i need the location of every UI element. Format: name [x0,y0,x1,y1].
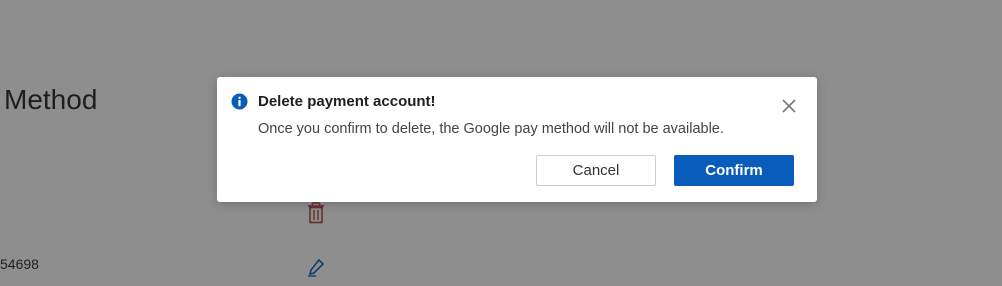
confirm-button[interactable]: Confirm [674,155,794,186]
dialog-title: Delete payment account! [258,93,436,110]
info-icon [231,93,248,110]
payment-methods-page: Method 54698 Delete payment account! Onc… [0,0,1002,286]
close-icon[interactable] [778,95,800,117]
cancel-button[interactable]: Cancel [536,155,656,186]
dialog-message: Once you confirm to delete, the Google p… [258,121,724,137]
delete-confirmation-dialog: Delete payment account! Once you confirm… [217,77,817,202]
